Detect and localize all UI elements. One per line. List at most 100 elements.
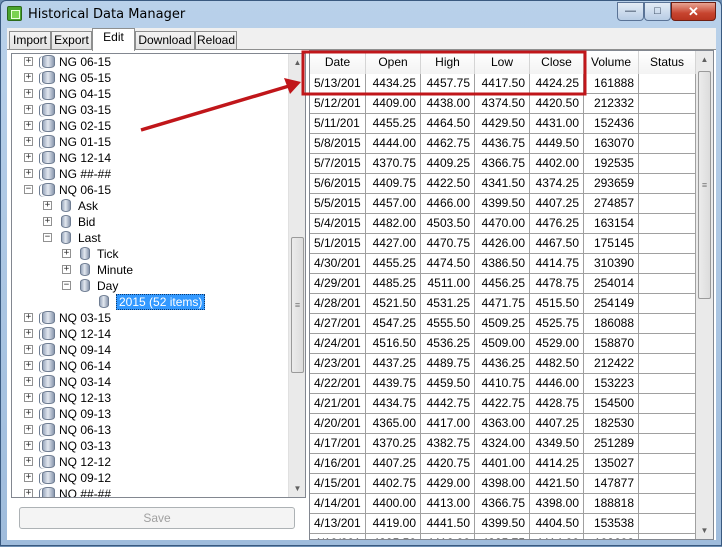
cell-low[interactable]: 4399.50 bbox=[475, 194, 530, 214]
tree-node[interactable]: + Bid bbox=[12, 214, 288, 230]
cell-close[interactable]: 4482.50 bbox=[530, 354, 584, 374]
cell-high[interactable]: 4413.00 bbox=[421, 494, 475, 514]
cell-volume[interactable]: 212422 bbox=[584, 354, 639, 374]
tree-node-label[interactable]: NQ 09-13 bbox=[59, 407, 111, 421]
cell-date[interactable]: 5/4/2015 bbox=[310, 214, 366, 234]
tree-node-label[interactable]: NQ 09-12 bbox=[59, 471, 111, 485]
cell-high[interactable]: 4457.75 bbox=[421, 74, 475, 94]
tree-node-label[interactable]: 2015 (52 items) bbox=[116, 294, 206, 310]
tree-node-label[interactable]: NQ ##-## bbox=[59, 487, 111, 497]
cell-volume[interactable]: 212332 bbox=[584, 94, 639, 114]
cell-status[interactable] bbox=[639, 134, 696, 154]
expand-icon[interactable]: + bbox=[24, 313, 33, 322]
table-row[interactable]: 5/6/2015 4409.75 4422.50 4341.50 4374.25 2936… bbox=[310, 174, 696, 194]
cell-low[interactable]: 4401.00 bbox=[475, 454, 530, 474]
cell-date[interactable]: 4/16/201 bbox=[310, 454, 366, 474]
cell-date[interactable]: 4/14/201 bbox=[310, 494, 366, 514]
tree-node[interactable]: + NQ 09-12 bbox=[12, 470, 288, 486]
cell-high[interactable]: 4429.00 bbox=[421, 474, 475, 494]
tab-download[interactable]: Download bbox=[135, 31, 195, 50]
expand-icon[interactable]: + bbox=[24, 57, 33, 66]
grid-scroll-thumb[interactable]: ≡ bbox=[698, 71, 711, 299]
cell-high[interactable]: 4536.25 bbox=[421, 334, 475, 354]
tree-node-label[interactable]: NQ 06-15 bbox=[59, 183, 111, 197]
cell-status[interactable] bbox=[639, 114, 696, 134]
maximize-button[interactable]: □ bbox=[644, 2, 671, 21]
cell-close[interactable]: 4529.00 bbox=[530, 334, 584, 354]
table-row[interactable]: 4/14/201 4400.00 4413.00 4366.75 4398.00 1888… bbox=[310, 494, 696, 514]
cell-open[interactable]: 4516.50 bbox=[366, 334, 421, 354]
tree-node-label[interactable]: Minute bbox=[97, 263, 133, 277]
scroll-down-arrow-icon[interactable]: ▼ bbox=[289, 480, 305, 497]
tree-node[interactable]: + NG 12-14 bbox=[12, 150, 288, 166]
cell-low[interactable]: 4366.75 bbox=[475, 154, 530, 174]
tree-scroll-thumb[interactable]: ≡ bbox=[291, 237, 304, 373]
tree-node[interactable]: + NQ 03-14 bbox=[12, 374, 288, 390]
column-header-date[interactable]: Date bbox=[310, 51, 366, 74]
tree-node[interactable]: + NG 02-15 bbox=[12, 118, 288, 134]
tree-node-label[interactable]: NQ 03-13 bbox=[59, 439, 111, 453]
tree-node[interactable]: + NG 01-15 bbox=[12, 134, 288, 150]
cell-volume[interactable]: 135027 bbox=[584, 454, 639, 474]
cell-date[interactable]: 4/28/201 bbox=[310, 294, 366, 314]
expand-icon[interactable]: + bbox=[24, 441, 33, 450]
cell-volume[interactable]: 163154 bbox=[584, 214, 639, 234]
tree-node-label[interactable]: NQ 03-15 bbox=[59, 311, 111, 325]
tree-node-label[interactable]: Tick bbox=[97, 247, 119, 261]
column-header-low[interactable]: Low bbox=[475, 51, 530, 74]
cell-close[interactable]: 4349.50 bbox=[530, 434, 584, 454]
tree-node[interactable]: + NG 04-15 bbox=[12, 86, 288, 102]
cell-date[interactable]: 4/13/201 bbox=[310, 514, 366, 534]
cell-open[interactable]: 4482.00 bbox=[366, 214, 421, 234]
save-button[interactable]: Save bbox=[19, 507, 295, 529]
cell-date[interactable]: 4/10/201 bbox=[310, 534, 366, 539]
column-header-volume[interactable]: Volume bbox=[584, 51, 639, 74]
grid-scrollbar[interactable]: ▲ ≡ ▼ bbox=[696, 51, 713, 539]
cell-status[interactable] bbox=[639, 454, 696, 474]
cell-date[interactable]: 4/17/201 bbox=[310, 434, 366, 454]
table-row[interactable]: 4/23/201 4437.25 4489.75 4436.25 4482.50 2124… bbox=[310, 354, 696, 374]
expand-icon[interactable]: + bbox=[24, 377, 33, 386]
cell-low[interactable]: 4471.75 bbox=[475, 294, 530, 314]
cell-volume[interactable]: 175145 bbox=[584, 234, 639, 254]
table-row[interactable]: 4/15/201 4402.75 4429.00 4398.00 4421.50 1478… bbox=[310, 474, 696, 494]
cell-high[interactable]: 4489.75 bbox=[421, 354, 475, 374]
cell-open[interactable]: 4409.00 bbox=[366, 94, 421, 114]
column-header-high[interactable]: High bbox=[421, 51, 475, 74]
cell-close[interactable]: 4449.50 bbox=[530, 134, 584, 154]
tab-edit[interactable]: Edit bbox=[92, 28, 135, 51]
cell-status[interactable] bbox=[639, 294, 696, 314]
cell-volume[interactable]: 158870 bbox=[584, 334, 639, 354]
tree-node[interactable]: − Last bbox=[12, 230, 288, 246]
expand-icon[interactable]: + bbox=[62, 249, 71, 258]
cell-high[interactable]: 4511.00 bbox=[421, 274, 475, 294]
cell-volume[interactable]: 310390 bbox=[584, 254, 639, 274]
cell-date[interactable]: 4/22/201 bbox=[310, 374, 366, 394]
cell-open[interactable]: 4409.75 bbox=[366, 174, 421, 194]
cell-low[interactable]: 4399.50 bbox=[475, 514, 530, 534]
scroll-up-arrow-icon[interactable]: ▲ bbox=[289, 54, 305, 71]
expand-icon[interactable]: + bbox=[24, 425, 33, 434]
grid-scroll-down-arrow-icon[interactable]: ▼ bbox=[696, 522, 713, 539]
table-row[interactable]: 4/22/201 4439.75 4459.50 4410.75 4446.00 1532… bbox=[310, 374, 696, 394]
expand-icon[interactable]: + bbox=[24, 457, 33, 466]
cell-high[interactable]: 4459.50 bbox=[421, 374, 475, 394]
tree-node[interactable]: 2015 (52 items) bbox=[12, 294, 288, 310]
cell-open[interactable]: 4419.00 bbox=[366, 514, 421, 534]
table-row[interactable]: 4/24/201 4516.50 4536.25 4509.00 4529.00 1588… bbox=[310, 334, 696, 354]
cell-status[interactable] bbox=[639, 314, 696, 334]
cell-close[interactable]: 4398.00 bbox=[530, 494, 584, 514]
table-row[interactable]: 5/1/2015 4427.00 4470.75 4426.00 4467.50 1751… bbox=[310, 234, 696, 254]
tree-scrollbar[interactable]: ▲ ≡ ▼ bbox=[288, 54, 305, 497]
cell-status[interactable] bbox=[639, 534, 696, 539]
tree-node[interactable]: + Ask bbox=[12, 198, 288, 214]
cell-close[interactable]: 4414.25 bbox=[530, 454, 584, 474]
tree-node-label[interactable]: Last bbox=[78, 231, 101, 245]
cell-date[interactable]: 5/6/2015 bbox=[310, 174, 366, 194]
tree-node[interactable]: + NQ 03-13 bbox=[12, 438, 288, 454]
tree-node[interactable]: + NQ 09-13 bbox=[12, 406, 288, 422]
cell-close[interactable]: 4407.25 bbox=[530, 414, 584, 434]
cell-volume[interactable]: 293659 bbox=[584, 174, 639, 194]
cell-open[interactable]: 4485.25 bbox=[366, 274, 421, 294]
cell-open[interactable]: 4427.00 bbox=[366, 234, 421, 254]
